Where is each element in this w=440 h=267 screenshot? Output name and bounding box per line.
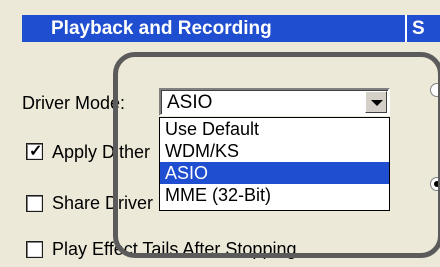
dropdown-button[interactable] xyxy=(365,91,387,113)
right-radio-option-1[interactable] xyxy=(430,83,440,97)
panel-header-right: S xyxy=(407,15,440,42)
chevron-down-icon xyxy=(371,100,383,106)
dropdown-option-use-default[interactable]: Use Default xyxy=(160,118,389,140)
radio-selected-dot xyxy=(434,181,440,187)
driver-mode-value: ASIO xyxy=(167,92,213,113)
play-effect-tails-label[interactable]: Play Effect Tails After Stopping xyxy=(52,239,296,260)
dropdown-option-asio[interactable]: ASIO xyxy=(160,162,389,184)
apply-dither-label[interactable]: Apply Dither xyxy=(52,142,150,163)
apply-dither-checkbox[interactable]: ✓ xyxy=(26,143,43,160)
share-driver-checkbox[interactable] xyxy=(26,195,43,212)
driver-mode-select[interactable]: ASIO xyxy=(159,88,390,116)
right-radio-option-2[interactable] xyxy=(430,177,440,191)
dropdown-option-mme-32bit[interactable]: MME (32-Bit) xyxy=(160,184,389,206)
share-driver-label[interactable]: Share Driver xyxy=(52,193,153,214)
driver-mode-dropdown-list: Use Default WDM/KS ASIO MME (32-Bit) xyxy=(159,117,390,211)
panel-header-playback-recording: Playback and Recording xyxy=(22,15,417,42)
checkmark-icon: ✓ xyxy=(29,143,43,160)
play-effect-tails-checkbox[interactable] xyxy=(26,241,43,258)
driver-mode-label: Driver Mode: xyxy=(22,93,126,113)
panel-title: Playback and Recording xyxy=(51,18,272,39)
dropdown-option-wdm-ks[interactable]: WDM/KS xyxy=(160,140,389,162)
panel-header-right-label: S xyxy=(412,18,425,39)
